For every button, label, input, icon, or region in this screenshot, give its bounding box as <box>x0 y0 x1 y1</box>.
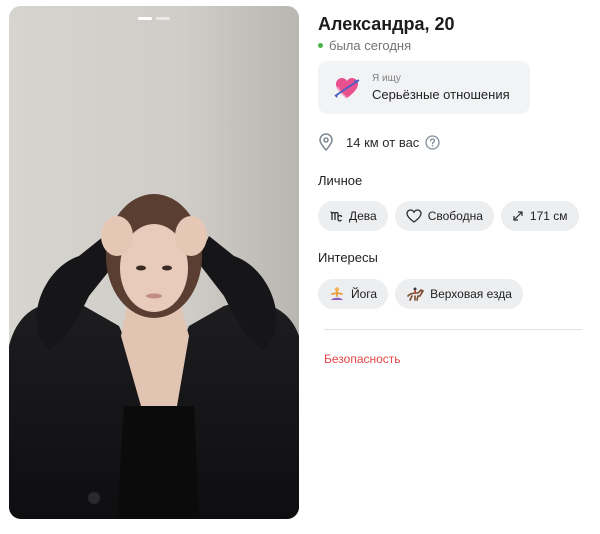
chip-label: Свободна <box>427 209 483 223</box>
chip-label: Верховая езда <box>430 287 512 301</box>
heart-arrow-icon <box>332 73 362 103</box>
chip-height[interactable]: 171 см <box>500 201 579 231</box>
chip-interest-yoga[interactable]: Йога <box>318 279 389 309</box>
personal-chips: Дева Свободна 171 см <box>318 201 579 231</box>
heart-outline-icon <box>406 209 422 223</box>
question-icon[interactable] <box>425 134 440 150</box>
distance-row: 14 км от вас <box>318 133 440 151</box>
online-status: была сегодня <box>318 38 411 53</box>
interests-section-title: Интересы <box>318 250 378 265</box>
chip-relationship[interactable]: Свободна <box>394 201 494 231</box>
photo-pagination <box>9 17 299 20</box>
pin-icon <box>318 133 334 151</box>
dating-goal-card: Я ищу Серьёзные отношения <box>318 61 530 114</box>
chip-zodiac[interactable]: Дева <box>318 201 388 231</box>
chip-label: Йога <box>351 287 378 301</box>
goal-value: Серьёзные отношения <box>372 87 510 102</box>
personal-section-title: Личное <box>318 173 363 188</box>
goal-caption: Я ищу <box>372 73 401 84</box>
virgo-icon <box>329 209 343 223</box>
profile-name: Александра, 20 <box>318 14 455 34</box>
chip-label: Дева <box>349 209 377 223</box>
resize-icon <box>512 210 524 222</box>
chip-label: 171 см <box>529 209 568 223</box>
divider <box>324 329 582 330</box>
photo-dot[interactable] <box>156 17 170 20</box>
yoga-icon <box>329 286 345 302</box>
status-text: была сегодня <box>329 38 412 53</box>
photo-dot-active[interactable] <box>138 17 152 20</box>
horse-riding-icon <box>406 286 425 302</box>
interest-chips: Йога Верховая езда <box>318 279 523 309</box>
online-indicator-icon <box>318 43 323 48</box>
portrait-illustration <box>9 6 299 519</box>
safety-link[interactable]: Безопасность <box>324 352 401 366</box>
distance-text: 14 км от вас <box>346 134 420 150</box>
chip-interest-horse-riding[interactable]: Верховая езда <box>395 279 523 309</box>
profile-photo[interactable] <box>9 6 299 519</box>
